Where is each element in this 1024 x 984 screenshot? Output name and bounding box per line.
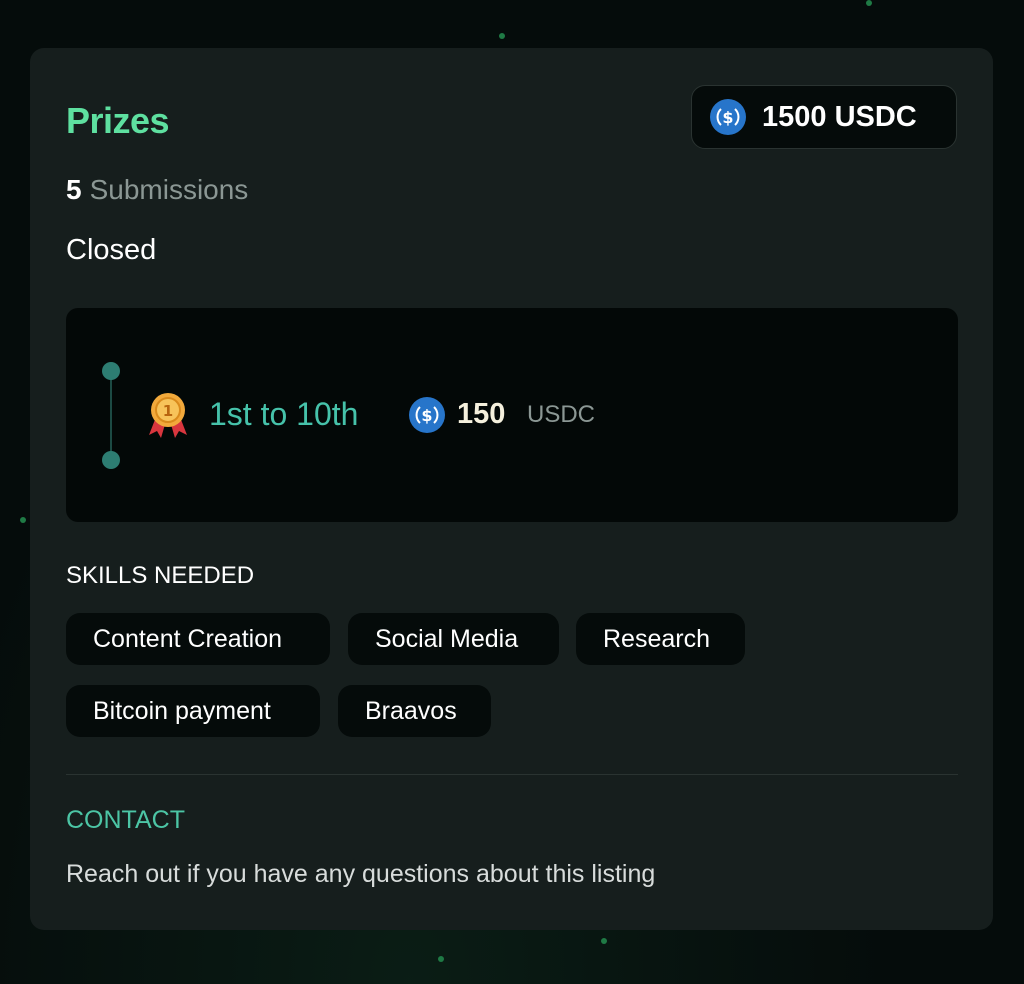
listing-status: Closed (66, 234, 157, 266)
total-prize-value: 1500 USDC (762, 100, 917, 133)
svg-text:$: $ (722, 108, 733, 127)
prize-rank: 1st to 10th (209, 396, 359, 432)
contact-text: Reach out if you have any questions abou… (66, 860, 656, 888)
total-prize-badge: $ 1500 USDC (691, 85, 957, 149)
skills-heading: SKILLS NEEDED (66, 562, 255, 589)
section-divider (66, 774, 958, 775)
prize-amount: 150 (457, 398, 506, 430)
background-dot (499, 33, 505, 39)
skill-chip: Research (576, 613, 745, 665)
timeline-dot-bottom (102, 451, 120, 469)
skill-chip: Content Creation (66, 613, 330, 665)
timeline-line (110, 370, 112, 460)
prize-unit: USDC (527, 401, 596, 428)
usdc-icon: $ (710, 99, 746, 135)
background-dot (438, 956, 444, 962)
svg-text:1: 1 (163, 402, 173, 420)
skill-chip: Bitcoin payment (66, 685, 320, 737)
background-dot (20, 517, 26, 523)
submission-label: Submissions (89, 174, 249, 205)
prizes-card: Prizes $ 1500 USDC 5 Submissions Closed 1… (30, 48, 993, 930)
timeline-dot-top (102, 362, 120, 380)
background-dot (601, 938, 607, 944)
svg-text:$: $ (421, 406, 432, 425)
contact-heading: CONTACT (66, 806, 185, 834)
submission-number: 5 (66, 174, 82, 205)
prizes-title: Prizes (66, 100, 170, 141)
submissions-count: 5 Submissions (66, 174, 248, 206)
prize-tier-box (66, 308, 958, 522)
skill-chip: Social Media (348, 613, 559, 665)
background-dot (866, 0, 872, 6)
skill-chip: Braavos (338, 685, 491, 737)
medal-icon: 1 (145, 391, 191, 439)
usdc-icon: $ (409, 397, 445, 433)
